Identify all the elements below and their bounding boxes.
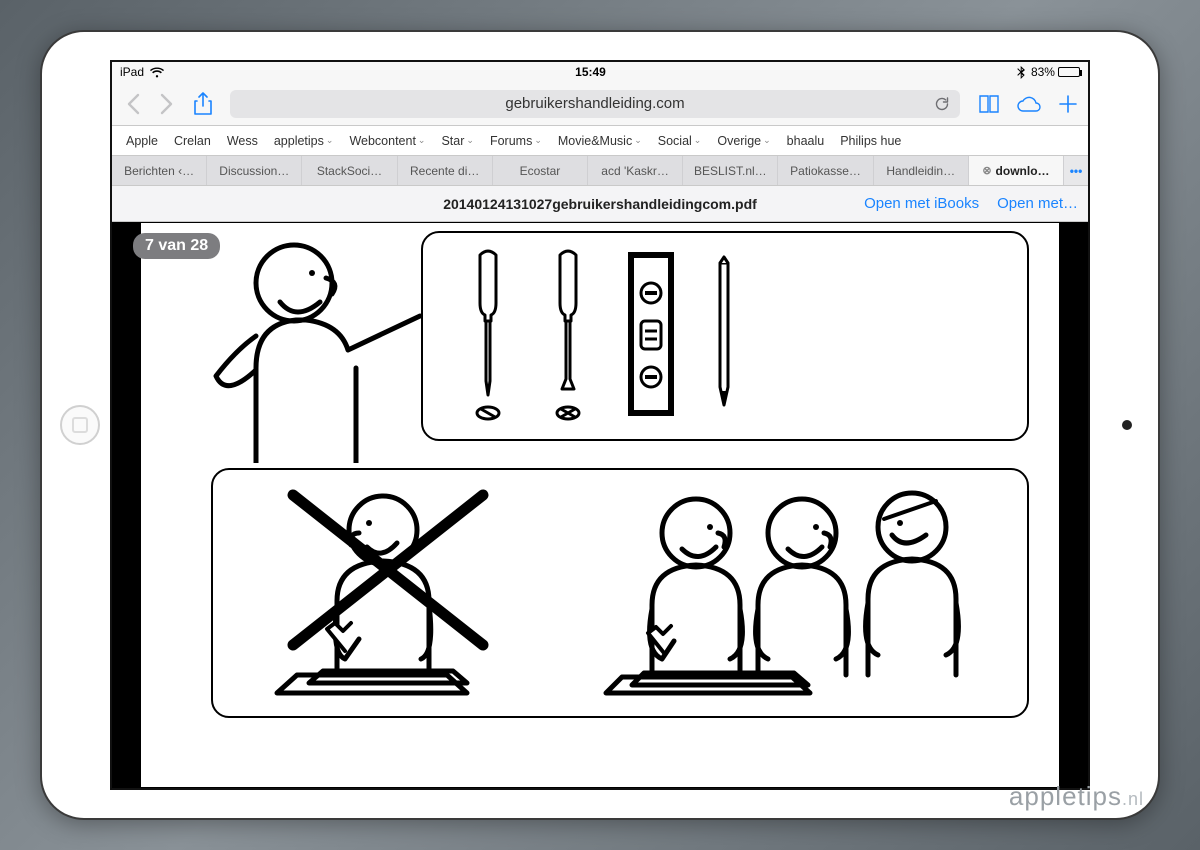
pdf-filename: 20140124131027gebruikershandleidingcom.p… — [443, 196, 757, 212]
bookmark-label: Wess — [227, 134, 258, 148]
bookmark-label: Forums — [490, 134, 532, 148]
spirit-level-icon — [623, 249, 679, 424]
forward-button[interactable] — [156, 93, 178, 115]
tools-required-panel — [421, 231, 1029, 441]
assemble-together-illustration — [592, 475, 1012, 715]
chevron-down-icon: ⌄ — [466, 135, 474, 146]
back-button[interactable] — [122, 93, 144, 115]
bookmark-label: Webcontent — [349, 134, 415, 148]
tab-label: Berichten ‹… — [124, 164, 194, 178]
tab[interactable]: Recente di… — [398, 156, 493, 185]
tab-label: BESLIST.nl… — [694, 164, 767, 178]
watermark-tld: .nl — [1122, 789, 1144, 809]
browser-toolbar: gebruikershandleiding.com — [112, 82, 1088, 126]
flathead-screwdriver-icon — [463, 249, 513, 424]
chevron-down-icon: ⌄ — [763, 135, 771, 146]
bookmark-item[interactable]: Wess — [221, 132, 264, 150]
bookmark-label: Apple — [126, 134, 158, 148]
pencil-icon — [709, 249, 739, 424]
tab[interactable]: StackSoci… — [302, 156, 397, 185]
tab-label: StackSoci… — [317, 164, 382, 178]
watermark: appletips.nl — [1009, 781, 1144, 812]
bookmark-item[interactable]: appletips⌄ — [268, 132, 340, 150]
bookmark-item[interactable]: Webcontent⌄ — [343, 132, 431, 150]
bookmark-label: bhaalu — [787, 134, 825, 148]
tab-label: Ecostar — [520, 164, 561, 178]
tab[interactable]: Discussion… — [207, 156, 302, 185]
front-camera — [1122, 420, 1132, 430]
tab[interactable]: Patiokasse… — [778, 156, 873, 185]
tab[interactable]: BESLIST.nl… — [683, 156, 778, 185]
tab-label: Patiokasse… — [790, 164, 861, 178]
bookmark-item[interactable]: Philips hue — [834, 132, 907, 150]
bookmark-item[interactable]: Social⌄ — [652, 132, 708, 150]
tabs-overflow-button[interactable]: ••• — [1064, 156, 1088, 185]
pdf-info-bar: 20140124131027gebruikershandleidingcom.p… — [112, 186, 1088, 222]
tab-label: downlo… — [996, 164, 1050, 178]
pdf-page: 7 van 28 — [140, 222, 1060, 788]
pdf-viewport[interactable]: 7 van 28 — [112, 222, 1088, 788]
open-with-ibooks-button[interactable]: Open met iBooks — [864, 195, 979, 212]
bookmarks-bar: AppleCrelanWessappletips⌄Webcontent⌄Star… — [112, 126, 1088, 156]
reload-button[interactable] — [934, 96, 950, 112]
bookmark-item[interactable]: Forums⌄ — [484, 132, 548, 150]
bookmark-label: Crelan — [174, 134, 211, 148]
url-text: gebruikershandleiding.com — [505, 95, 684, 112]
wifi-icon — [150, 67, 164, 78]
address-bar[interactable]: gebruikershandleiding.com — [230, 90, 960, 118]
bookmark-label: Philips hue — [840, 134, 901, 148]
tab-active[interactable]: ⊗ downlo… — [969, 156, 1064, 185]
assembly-advice-panel — [211, 468, 1029, 718]
bookmark-label: Movie&Music — [558, 134, 632, 148]
battery-percent: 83% — [1031, 65, 1055, 79]
bookmark-item[interactable]: Crelan — [168, 132, 217, 150]
bluetooth-icon — [1017, 66, 1025, 79]
tab[interactable]: Berichten ‹… — [112, 156, 207, 185]
bookmark-label: Social — [658, 134, 692, 148]
bookmark-item[interactable]: Overige⌄ — [711, 132, 776, 150]
bookmarks-button[interactable] — [978, 94, 1000, 114]
new-tab-button[interactable] — [1058, 94, 1078, 114]
tab-strip: Berichten ‹… Discussion… StackSoci… Recente… — [112, 156, 1088, 186]
ipad-screen: iPad 15:49 83% — [110, 60, 1090, 790]
bookmark-item[interactable]: Apple — [120, 132, 164, 150]
chevron-down-icon: ⌄ — [326, 135, 334, 146]
bookmark-label: appletips — [274, 134, 324, 148]
tab[interactable]: Ecostar — [493, 156, 588, 185]
tab-label: acd 'Kaskr… — [601, 164, 669, 178]
bookmark-item[interactable]: Star⌄ — [435, 132, 479, 150]
clock: 15:49 — [575, 65, 606, 79]
status-bar: iPad 15:49 83% — [112, 62, 1088, 82]
tab[interactable]: acd 'Kaskr… — [588, 156, 683, 185]
home-button[interactable] — [60, 405, 100, 445]
open-with-button[interactable]: Open met… — [997, 195, 1078, 212]
close-icon[interactable]: ⊗ — [982, 164, 991, 177]
bookmark-label: Overige — [717, 134, 761, 148]
chevron-down-icon: ⌄ — [418, 135, 426, 146]
bookmark-item[interactable]: Movie&Music⌄ — [552, 132, 648, 150]
phillips-screwdriver-icon — [543, 249, 593, 424]
tab[interactable]: Handleidin… — [874, 156, 969, 185]
bookmark-item[interactable]: bhaalu — [781, 132, 831, 150]
ipad-device-frame: iPad 15:49 83% — [40, 30, 1160, 820]
tab-label: Recente di… — [410, 164, 479, 178]
chevron-down-icon: ⌄ — [694, 135, 702, 146]
carrier-label: iPad — [120, 65, 144, 79]
tab-label: Discussion… — [219, 164, 289, 178]
share-button[interactable] — [194, 92, 212, 116]
chevron-down-icon: ⌄ — [634, 135, 642, 146]
watermark-brand: appletips — [1009, 781, 1122, 811]
icloud-tabs-button[interactable] — [1016, 95, 1042, 113]
ikea-person-illustration — [196, 228, 426, 463]
dont-assemble-alone-illustration — [233, 475, 533, 715]
battery-icon — [1058, 67, 1080, 77]
chevron-down-icon: ⌄ — [534, 135, 542, 146]
bookmark-label: Star — [441, 134, 464, 148]
tab-label: Handleidin… — [886, 164, 955, 178]
